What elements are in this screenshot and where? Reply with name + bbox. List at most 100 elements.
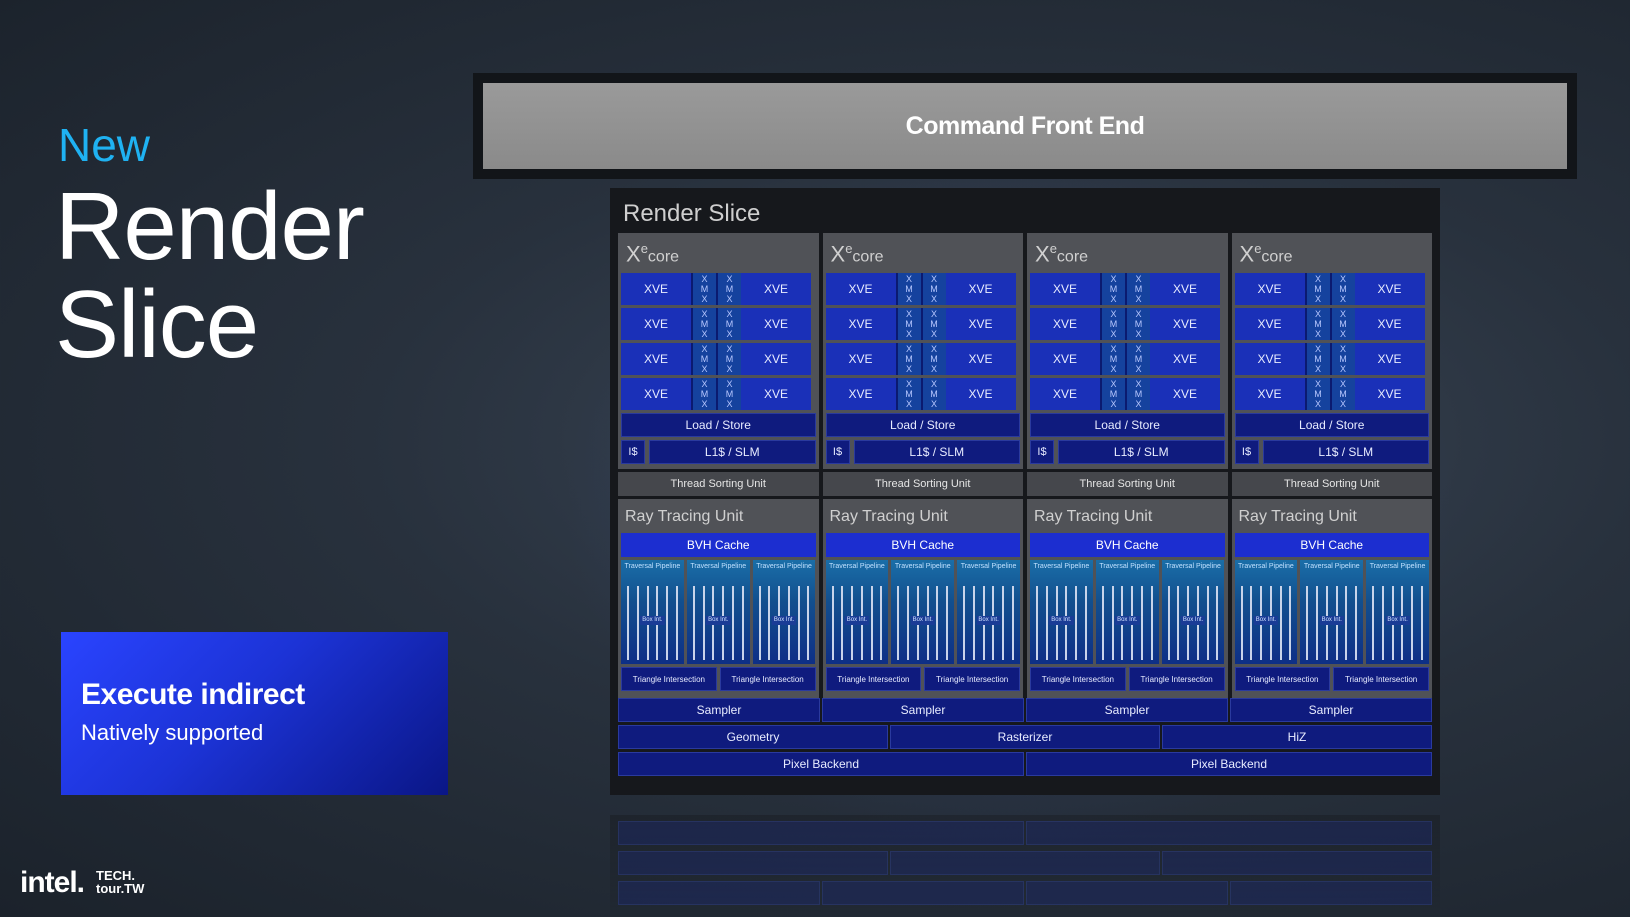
xmx-group: XMXXMX — [1100, 308, 1150, 340]
xmx-letter: X — [905, 294, 912, 304]
bvh-cache-block: BVH Cache — [825, 533, 1020, 557]
triangle-row: Triangle Intersection Triangle Intersecti… — [825, 667, 1020, 691]
traversal-pipeline-label: Traversal Pipeline — [829, 563, 885, 570]
geometry-block: Geometry — [618, 725, 888, 749]
xmx-letter: M — [905, 389, 913, 399]
xmx-group: XMXXMX — [1304, 378, 1355, 410]
xve-row: XVE X M X X M X XVE — [621, 343, 816, 375]
box-intersection-label: Box Int. — [1180, 616, 1206, 625]
l1-slm-block: L1$ / SLM — [1058, 440, 1225, 464]
xmx-letter: M — [1339, 319, 1347, 329]
traversal-pipeline: Traversal Pipeline Box Int. — [1234, 560, 1298, 664]
box-intersection-label: Box Int. — [640, 616, 665, 625]
traversal-lane — [636, 586, 639, 660]
xmx-letter: X — [905, 379, 912, 389]
traversal-lane — [1036, 586, 1038, 660]
xve-block: XVE — [621, 343, 691, 375]
xmx-letter: X — [701, 309, 708, 319]
xmx-group: XMXXMX — [1100, 343, 1150, 375]
xmx-group: XMXXMX — [691, 343, 741, 375]
xmx-letter: X — [701, 379, 708, 389]
sampler-block: Sampler — [1230, 698, 1432, 722]
xve-row: XVE X M X X M X XVE — [621, 308, 816, 340]
instruction-cache-block: I$ — [825, 440, 850, 464]
xmx-letter: M — [725, 284, 734, 294]
traversal-pipeline-label: Traversal Pipeline — [756, 563, 812, 570]
xmx-letter: X — [701, 399, 708, 409]
xmx-block: XMX — [1304, 378, 1330, 410]
xmx-letter: M — [1339, 284, 1347, 294]
traversal-lane — [741, 586, 744, 660]
box-intersection-label: Box Int. — [844, 616, 870, 625]
traversal-lane — [797, 586, 800, 660]
traversal-pipeline: Traversal Pipeline Box Int. — [752, 560, 816, 664]
xmx-letter: M — [725, 389, 734, 399]
xmx-block: XMX — [920, 308, 946, 340]
traversal-lane — [1084, 586, 1087, 660]
xmx-letter: X — [701, 329, 708, 339]
xmx-block: XMX — [1100, 308, 1125, 340]
xmx-letter: X — [726, 329, 733, 339]
xe-core-label: Xecore — [1035, 241, 1089, 267]
xmx-group: XMXXMX — [691, 273, 741, 305]
xmx-group: XMXXMX — [691, 378, 741, 410]
xmx-letter: X — [726, 274, 733, 284]
xve-block: XVE — [945, 273, 1016, 305]
traversal-lane — [1420, 586, 1423, 660]
bvh-cache-block: BVH Cache — [1234, 533, 1429, 557]
sampler-row: Sampler Sampler Sampler Sampler — [618, 698, 1432, 722]
xve-block: XVE — [1030, 343, 1100, 375]
render-slice: Render Slice Xecore XVE X M X X M X XVE XVE X M X X M X… — [610, 188, 1440, 795]
traversal-pipeline-label: Traversal Pipeline — [1238, 563, 1294, 570]
xve-row: XVE X M X X M X XVE — [1234, 378, 1430, 410]
xve-block: XVE — [1150, 273, 1220, 305]
xmx-letter: X — [726, 309, 733, 319]
xve-block: XVE — [1234, 343, 1305, 375]
ray-tracing-unit-label: Ray Tracing Unit — [1238, 508, 1357, 525]
traversal-pipeline-label: Traversal Pipeline — [960, 563, 1017, 570]
xe-core: Xecore XVE X M X X M X XVE XVE X M X X M X XVE XVE X M X X M X X… — [1231, 233, 1432, 469]
xmx-block: XMX — [1329, 308, 1355, 340]
callout-title: Execute indirect — [81, 678, 305, 711]
traversal-lane — [1289, 586, 1292, 660]
xmx-letter: M — [725, 319, 734, 329]
xmx-letter: X — [930, 294, 937, 304]
traversal-pipeline: Traversal Pipeline Box Int. — [1095, 560, 1159, 664]
traversal-lane — [1101, 586, 1104, 660]
traversal-lane — [627, 586, 629, 660]
traversal-lane — [702, 586, 705, 660]
xmx-letter: X — [1110, 274, 1117, 284]
load-store-block: Load / Store — [1030, 413, 1225, 437]
xmx-group: XMXXMX — [1100, 273, 1150, 305]
xmx-letter: X — [1339, 294, 1346, 304]
xve-block: XVE — [825, 308, 896, 340]
xmx-letter: X — [1135, 309, 1142, 319]
xmx-block: XMX — [1329, 378, 1355, 410]
xmx-block: XMX — [920, 378, 946, 410]
xve-block: XVE — [741, 343, 811, 375]
xe-core-suffix: core — [1261, 248, 1293, 266]
triangle-intersection-block: Triangle Intersection — [1030, 667, 1126, 691]
xmx-letter: X — [1135, 329, 1142, 339]
xve-block: XVE — [825, 273, 896, 305]
xmx-letter: X — [1314, 294, 1321, 304]
xmx-letter: X — [930, 329, 937, 339]
box-intersection-label: Box Int. — [771, 616, 797, 625]
xmx-letter: M — [1339, 354, 1347, 364]
xve-block: XVE — [825, 378, 896, 410]
instruction-cache-block: I$ — [1030, 440, 1054, 464]
cache-row: I$ L1$ / SLM — [1030, 440, 1225, 464]
xmx-letter: M — [930, 319, 938, 329]
xmx-letter: M — [930, 389, 938, 399]
command-front-end: Command Front End — [483, 83, 1567, 169]
traversal-lane — [1206, 586, 1209, 660]
xmx-letter: X — [1339, 344, 1346, 354]
pixel-backend-block: Pixel Backend — [1026, 752, 1432, 776]
traversal-lane — [972, 586, 975, 660]
xmx-letter: X — [930, 399, 937, 409]
xmx-letter: X — [930, 379, 937, 389]
xve-block: XVE — [945, 308, 1016, 340]
traversal-lane — [1411, 586, 1414, 660]
xve-block: XVE — [1354, 343, 1425, 375]
triangle-intersection-block: Triangle Intersection — [719, 667, 816, 691]
